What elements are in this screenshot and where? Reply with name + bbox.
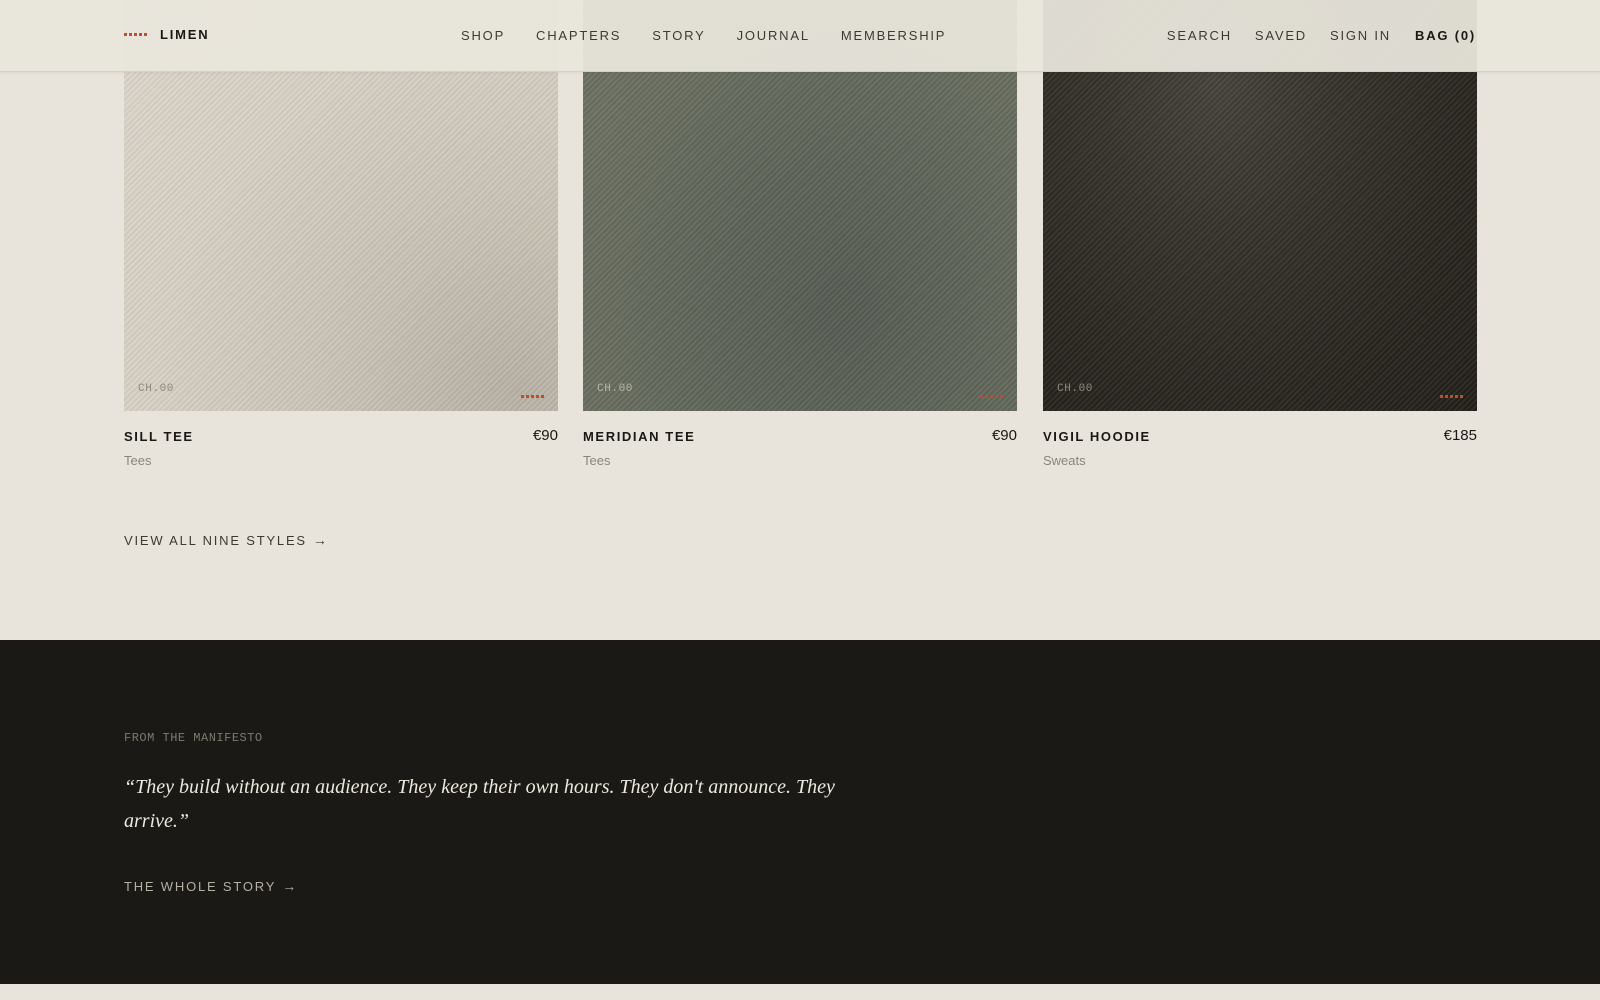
sign-in-link[interactable]: SIGN IN — [1330, 28, 1391, 43]
product-price: €90 — [532, 427, 558, 444]
site-header: LIMEN SHOP CHAPTERS STORY JOURNAL MEMBER… — [0, 0, 1600, 72]
chapter-tag: CH.00 — [597, 383, 634, 395]
manifesto-eyebrow: FROM THE MANIFESTO — [124, 731, 263, 745]
manifesto-quote: “They build without an audience. They ke… — [124, 776, 835, 832]
bag-link[interactable]: BAG (0) — [1415, 28, 1476, 43]
logo[interactable]: LIMEN — [124, 27, 209, 42]
arrow-right-icon: → — [282, 878, 299, 894]
nav-membership[interactable]: MEMBERSHIP — [841, 28, 946, 43]
chapter-tag: CH.00 — [1057, 383, 1094, 395]
product-name[interactable]: MERIDIAN TEE — [583, 429, 695, 444]
brand-name: LIMEN — [160, 27, 210, 42]
whole-story-link[interactable]: THE WHOLE STORY → — [124, 878, 298, 894]
utility-nav: SEARCH SAVED SIGN IN BAG (0) — [1144, 28, 1476, 43]
product-name[interactable]: VIGIL HOODIE — [1043, 429, 1151, 444]
search-link[interactable]: SEARCH — [1167, 28, 1232, 43]
arrow-right-icon: → — [312, 532, 329, 548]
view-all-styles-link[interactable]: VIEW ALL NINE STYLES → — [124, 532, 329, 548]
nav-journal[interactable]: JOURNAL — [737, 28, 810, 43]
main-nav: SHOP CHAPTERS STORY JOURNAL MEMBERSHIP — [461, 28, 977, 43]
nav-story[interactable]: STORY — [652, 28, 705, 43]
product-category: Sweats — [1043, 453, 1086, 468]
product-category: Tees — [583, 453, 611, 468]
nav-chapters[interactable]: CHAPTERS — [536, 28, 621, 43]
manifesto-section: FROM THE MANIFESTO “They build without a… — [0, 640, 1600, 984]
product-category: Tees — [124, 453, 152, 468]
product-price: €90 — [991, 427, 1017, 444]
nav-shop[interactable]: SHOP — [461, 28, 505, 43]
brand-mark-icon — [521, 395, 544, 398]
product-name[interactable]: SILL TEE — [124, 429, 194, 444]
brand-mark-icon — [1440, 395, 1463, 398]
view-all-label: VIEW ALL NINE STYLES — [124, 532, 307, 548]
product-price: €185 — [1443, 427, 1477, 444]
whole-story-label: THE WHOLE STORY — [124, 878, 277, 894]
brand-mark-icon — [124, 33, 147, 36]
brand-mark-icon — [980, 395, 1003, 398]
chapter-tag: CH.00 — [138, 383, 175, 395]
saved-link[interactable]: SAVED — [1255, 28, 1307, 43]
footer-edge — [0, 984, 1600, 1000]
